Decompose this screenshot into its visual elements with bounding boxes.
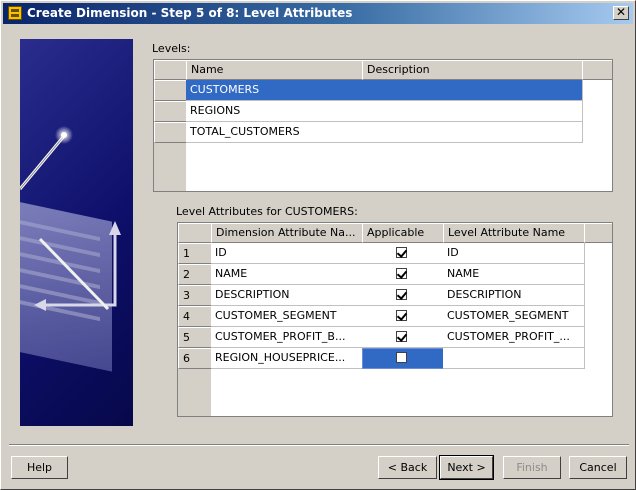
level-description-cell[interactable] (362, 80, 583, 101)
window-title: Create Dimension - Step 5 of 8: Level At… (27, 6, 353, 20)
cancel-button[interactable]: Cancel (569, 456, 627, 479)
levels-row-header[interactable] (154, 101, 187, 122)
level-name-cell[interactable]: CUSTOMERS (186, 80, 363, 101)
level-attribute-cell[interactable]: DESCRIPTION (443, 285, 585, 306)
levels-header-description[interactable]: Description (362, 60, 583, 80)
dimension-attribute-cell[interactable]: CUSTOMER_SEGMENT (211, 306, 363, 327)
dimension-attribute-cell[interactable]: DESCRIPTION (211, 285, 363, 306)
levels-corner-header (154, 60, 187, 80)
applicable-cell[interactable] (362, 327, 444, 348)
applicable-checkbox[interactable] (396, 310, 407, 321)
level-name-cell[interactable]: TOTAL_CUSTOMERS (186, 122, 363, 143)
dimension-attribute-cell[interactable]: REGION_HOUSEPRICE... (211, 348, 363, 369)
applicable-checkbox[interactable] (396, 268, 407, 279)
level-attribute-cell[interactable]: CUSTOMER_SEGMENT (443, 306, 585, 327)
app-icon (8, 6, 22, 20)
dimension-attribute-cell[interactable]: NAME (211, 264, 363, 285)
level-attribute-cell[interactable] (443, 348, 585, 369)
levels-row-header[interactable] (154, 80, 187, 101)
level-attribute-cell[interactable]: CUSTOMER_PROFIT_... (443, 327, 585, 348)
attributes-header-dimension[interactable]: Dimension Attribute Na... (211, 223, 363, 243)
attributes-corner-header (178, 223, 212, 243)
dimension-attribute-cell[interactable]: ID (211, 243, 363, 264)
applicable-cell[interactable] (362, 243, 444, 264)
applicable-checkbox[interactable] (396, 352, 407, 363)
wizard-illustration (20, 39, 133, 426)
applicable-checkbox[interactable] (396, 289, 407, 300)
attribute-row-number[interactable]: 3 (178, 285, 212, 306)
back-button[interactable]: < Back (378, 456, 437, 479)
close-button[interactable]: ✕ (613, 6, 629, 20)
levels-header-name[interactable]: Name (186, 60, 363, 80)
applicable-checkbox[interactable] (396, 331, 407, 342)
level-attribute-cell[interactable]: NAME (443, 264, 585, 285)
attribute-row-number[interactable]: 1 (178, 243, 212, 264)
help-button[interactable]: Help (11, 456, 68, 479)
applicable-checkbox[interactable] (396, 247, 407, 258)
applicable-cell[interactable] (362, 306, 444, 327)
magic-wand-icon (20, 126, 121, 311)
levels-table[interactable]: Name Description CUSTOMERS REGIONS TOTAL… (153, 59, 613, 192)
attribute-row-number[interactable]: 4 (178, 306, 212, 327)
footer-separator (9, 444, 629, 446)
level-name-cell[interactable]: REGIONS (186, 101, 363, 122)
level-description-cell[interactable] (362, 101, 583, 122)
attributes-header-applicable[interactable]: Applicable (362, 223, 444, 243)
attribute-row-number[interactable]: 6 (178, 348, 212, 369)
attributes-header-filler (584, 223, 612, 243)
levels-row-header[interactable] (154, 122, 187, 143)
applicable-cell[interactable] (362, 264, 444, 285)
title-bar[interactable]: Create Dimension - Step 5 of 8: Level At… (3, 3, 633, 24)
levels-label: Levels: (152, 42, 191, 55)
dialog-window: Create Dimension - Step 5 of 8: Level At… (0, 0, 636, 490)
next-button[interactable]: Next > (439, 455, 494, 480)
levels-header-filler (582, 60, 612, 80)
level-description-cell[interactable] (362, 122, 583, 143)
attribute-row-number[interactable]: 2 (178, 264, 212, 285)
attributes-label: Level Attributes for CUSTOMERS: (176, 205, 358, 218)
finish-button[interactable]: Finish (503, 456, 561, 479)
level-attribute-cell[interactable]: ID (443, 243, 585, 264)
dimension-attribute-cell[interactable]: CUSTOMER_PROFIT_B... (211, 327, 363, 348)
attribute-row-number[interactable]: 5 (178, 327, 212, 348)
applicable-cell-focused[interactable] (362, 348, 444, 369)
attributes-table[interactable]: Dimension Attribute Na... Applicable Lev… (177, 222, 613, 417)
attributes-header-level-name[interactable]: Level Attribute Name (443, 223, 585, 243)
applicable-cell[interactable] (362, 285, 444, 306)
